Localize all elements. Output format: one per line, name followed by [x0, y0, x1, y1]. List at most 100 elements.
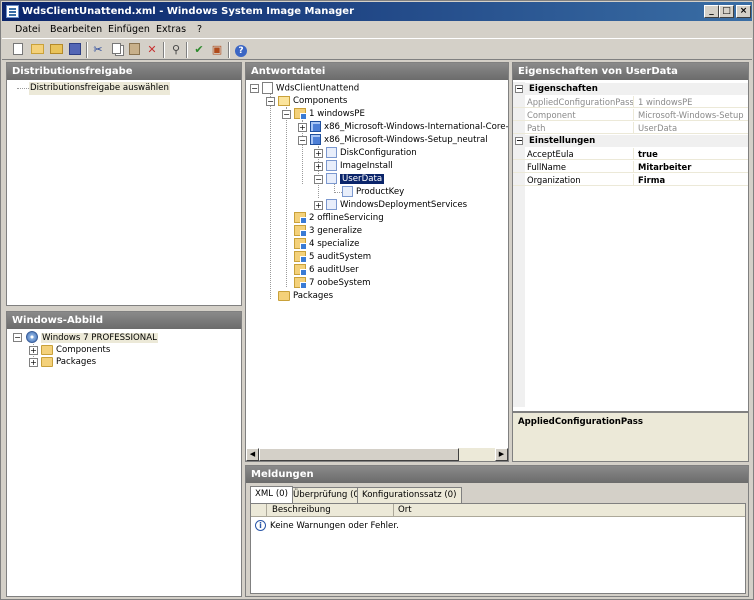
property-value[interactable]: Firma: [636, 174, 748, 186]
category-eigenschaften-label: Eigenschaften: [529, 84, 598, 94]
expand-toggle[interactable]: +: [314, 201, 323, 210]
pass-windowspe-label: 1 windowsPE: [309, 109, 365, 119]
pass-generalize[interactable]: 3 generalize: [294, 225, 362, 238]
open-distribution-icon[interactable]: [48, 42, 64, 57]
tab-validation[interactable]: Überprüfung (0): [288, 487, 368, 503]
property-row[interactable]: Organization Firma: [513, 174, 748, 186]
image-root[interactable]: Windows 7 PROFESSIONAL: [26, 331, 158, 344]
pass-auditsystem[interactable]: 5 auditSystem: [294, 251, 371, 264]
select-distribution-share[interactable]: Distributionsfreigabe auswählen: [29, 82, 170, 95]
component-setup-label: x86_Microsoft-Windows-Setup_neutral: [324, 135, 488, 145]
scroll-right-button[interactable]: ▶: [495, 448, 508, 461]
setting-productkey[interactable]: ProductKey: [342, 186, 404, 199]
property-value[interactable]: true: [636, 148, 748, 160]
category-einstellungen-label: Einstellungen: [529, 136, 596, 146]
menu-extras[interactable]: Extras: [156, 23, 186, 37]
collapse-toggle[interactable]: −: [282, 110, 291, 119]
answer-root[interactable]: WdsClientUnattend: [262, 82, 359, 95]
scrollbar-thumb[interactable]: [259, 448, 459, 461]
column-ort[interactable]: Ort: [393, 504, 412, 517]
answer-file-tree: − WdsClientUnattend − Components − 1 win…: [246, 80, 508, 450]
maximize-button[interactable]: □: [719, 5, 734, 18]
folder-open-icon: [278, 95, 290, 106]
property-row[interactable]: Path UserData: [513, 122, 748, 134]
expand-toggle[interactable]: +: [314, 149, 323, 158]
component-international-core-label: x86_Microsoft-Windows-International-Core…: [324, 122, 508, 132]
column-beschreibung[interactable]: Beschreibung: [272, 504, 331, 517]
category-eigenschaften[interactable]: − Eigenschaften: [513, 83, 748, 95]
find-icon[interactable]: ⚲: [168, 42, 184, 57]
pass-windowspe[interactable]: 1 windowsPE: [294, 108, 365, 121]
pass-offlineservicing[interactable]: 2 offlineServicing: [294, 212, 384, 225]
setting-imageinstall[interactable]: ImageInstall: [326, 160, 393, 173]
component-setup[interactable]: x86_Microsoft-Windows-Setup_neutral: [310, 134, 488, 147]
image-root-label: Windows 7 PROFESSIONAL: [41, 332, 158, 343]
expand-toggle[interactable]: +: [298, 123, 307, 132]
collapse-toggle[interactable]: −: [298, 136, 307, 145]
collapse-toggle[interactable]: −: [515, 85, 523, 93]
validate-icon[interactable]: ✔: [191, 42, 207, 57]
create-config-icon[interactable]: ▣: [209, 42, 225, 57]
delete-icon[interactable]: ✕: [144, 42, 160, 57]
collapse-toggle[interactable]: −: [250, 84, 259, 93]
menu-einfuegen[interactable]: Einfügen: [108, 23, 150, 37]
answer-packages[interactable]: Packages: [278, 290, 333, 303]
answer-components[interactable]: Components: [278, 95, 347, 108]
setting-wds[interactable]: WindowsDeploymentServices: [326, 199, 467, 212]
menu-datei[interactable]: Datei: [15, 23, 40, 37]
title-bar[interactable]: WdsClientUnattend.xml - Windows System I…: [2, 2, 752, 21]
horizontal-scrollbar[interactable]: ◀ ▶: [246, 448, 508, 461]
config-pass-icon: [294, 225, 307, 237]
property-row[interactable]: AcceptEula true: [513, 148, 748, 160]
close-button[interactable]: ×: [736, 5, 751, 18]
pass-specialize[interactable]: 4 specialize: [294, 238, 359, 251]
setting-userdata[interactable]: UserData: [326, 173, 386, 186]
new-icon[interactable]: [10, 42, 26, 57]
setting-userdata-label: UserData: [338, 173, 386, 185]
menu-bearbeiten[interactable]: Bearbeiten: [50, 23, 102, 37]
message-row[interactable]: i Keine Warnungen oder Fehler.: [255, 520, 399, 533]
image-packages[interactable]: Packages: [41, 356, 96, 369]
tab-configuration-set[interactable]: Konfigurationssatz (0): [357, 487, 462, 503]
window-title: WdsClientUnattend.xml - Windows System I…: [22, 6, 354, 17]
properties-header: Eigenschaften von UserData: [513, 63, 748, 80]
minimize-button[interactable]: _: [704, 5, 719, 18]
expand-toggle[interactable]: +: [314, 162, 323, 171]
setting-icon: [342, 186, 353, 197]
expand-toggle[interactable]: +: [29, 358, 38, 367]
paste-icon[interactable]: [126, 42, 142, 57]
help-icon[interactable]: ?: [233, 42, 249, 57]
expand-toggle[interactable]: +: [29, 346, 38, 355]
property-row[interactable]: AppliedConfigurationPass 1 windowsPE: [513, 96, 748, 108]
collapse-toggle[interactable]: −: [515, 137, 523, 145]
copy-icon[interactable]: [108, 42, 124, 57]
scroll-left-button[interactable]: ◀: [246, 448, 259, 461]
setting-diskconfiguration[interactable]: DiskConfiguration: [326, 147, 417, 160]
component-international-core[interactable]: x86_Microsoft-Windows-International-Core…: [310, 121, 508, 134]
pass-oobesystem[interactable]: 7 oobeSystem: [294, 277, 371, 290]
tab-xml[interactable]: XML (0): [250, 486, 293, 503]
properties-panel: Eigenschaften von UserData − Eigenschafte…: [512, 62, 749, 462]
menu-help[interactable]: ?: [197, 23, 202, 37]
pass-audituser[interactable]: 6 auditUser: [294, 264, 359, 277]
windows-image-header: Windows-Abbild: [7, 312, 241, 329]
save-icon[interactable]: [67, 42, 83, 57]
collapse-toggle[interactable]: −: [314, 175, 323, 184]
collapse-toggle[interactable]: −: [266, 97, 275, 106]
messages-tabs: XML (0) Überprüfung (0) Konfigurationssa…: [250, 486, 746, 503]
setting-icon: [326, 199, 337, 210]
property-description: AppliedConfigurationPass: [513, 411, 748, 461]
category-einstellungen[interactable]: − Einstellungen: [513, 135, 748, 147]
message-text: Keine Warnungen oder Fehler.: [270, 521, 399, 531]
property-row[interactable]: FullName Mitarbeiter: [513, 161, 748, 173]
open-icon[interactable]: [29, 42, 45, 57]
property-name: Path: [526, 122, 634, 134]
property-row[interactable]: Component Microsoft-Windows-Setup: [513, 109, 748, 121]
setting-icon: [326, 160, 337, 171]
cut-icon[interactable]: ✂: [90, 42, 106, 57]
property-value[interactable]: Mitarbeiter: [636, 161, 748, 173]
property-value: UserData: [638, 123, 678, 133]
setting-imageinstall-label: ImageInstall: [340, 161, 393, 171]
property-name: Component: [526, 109, 634, 121]
collapse-toggle[interactable]: −: [13, 333, 22, 342]
